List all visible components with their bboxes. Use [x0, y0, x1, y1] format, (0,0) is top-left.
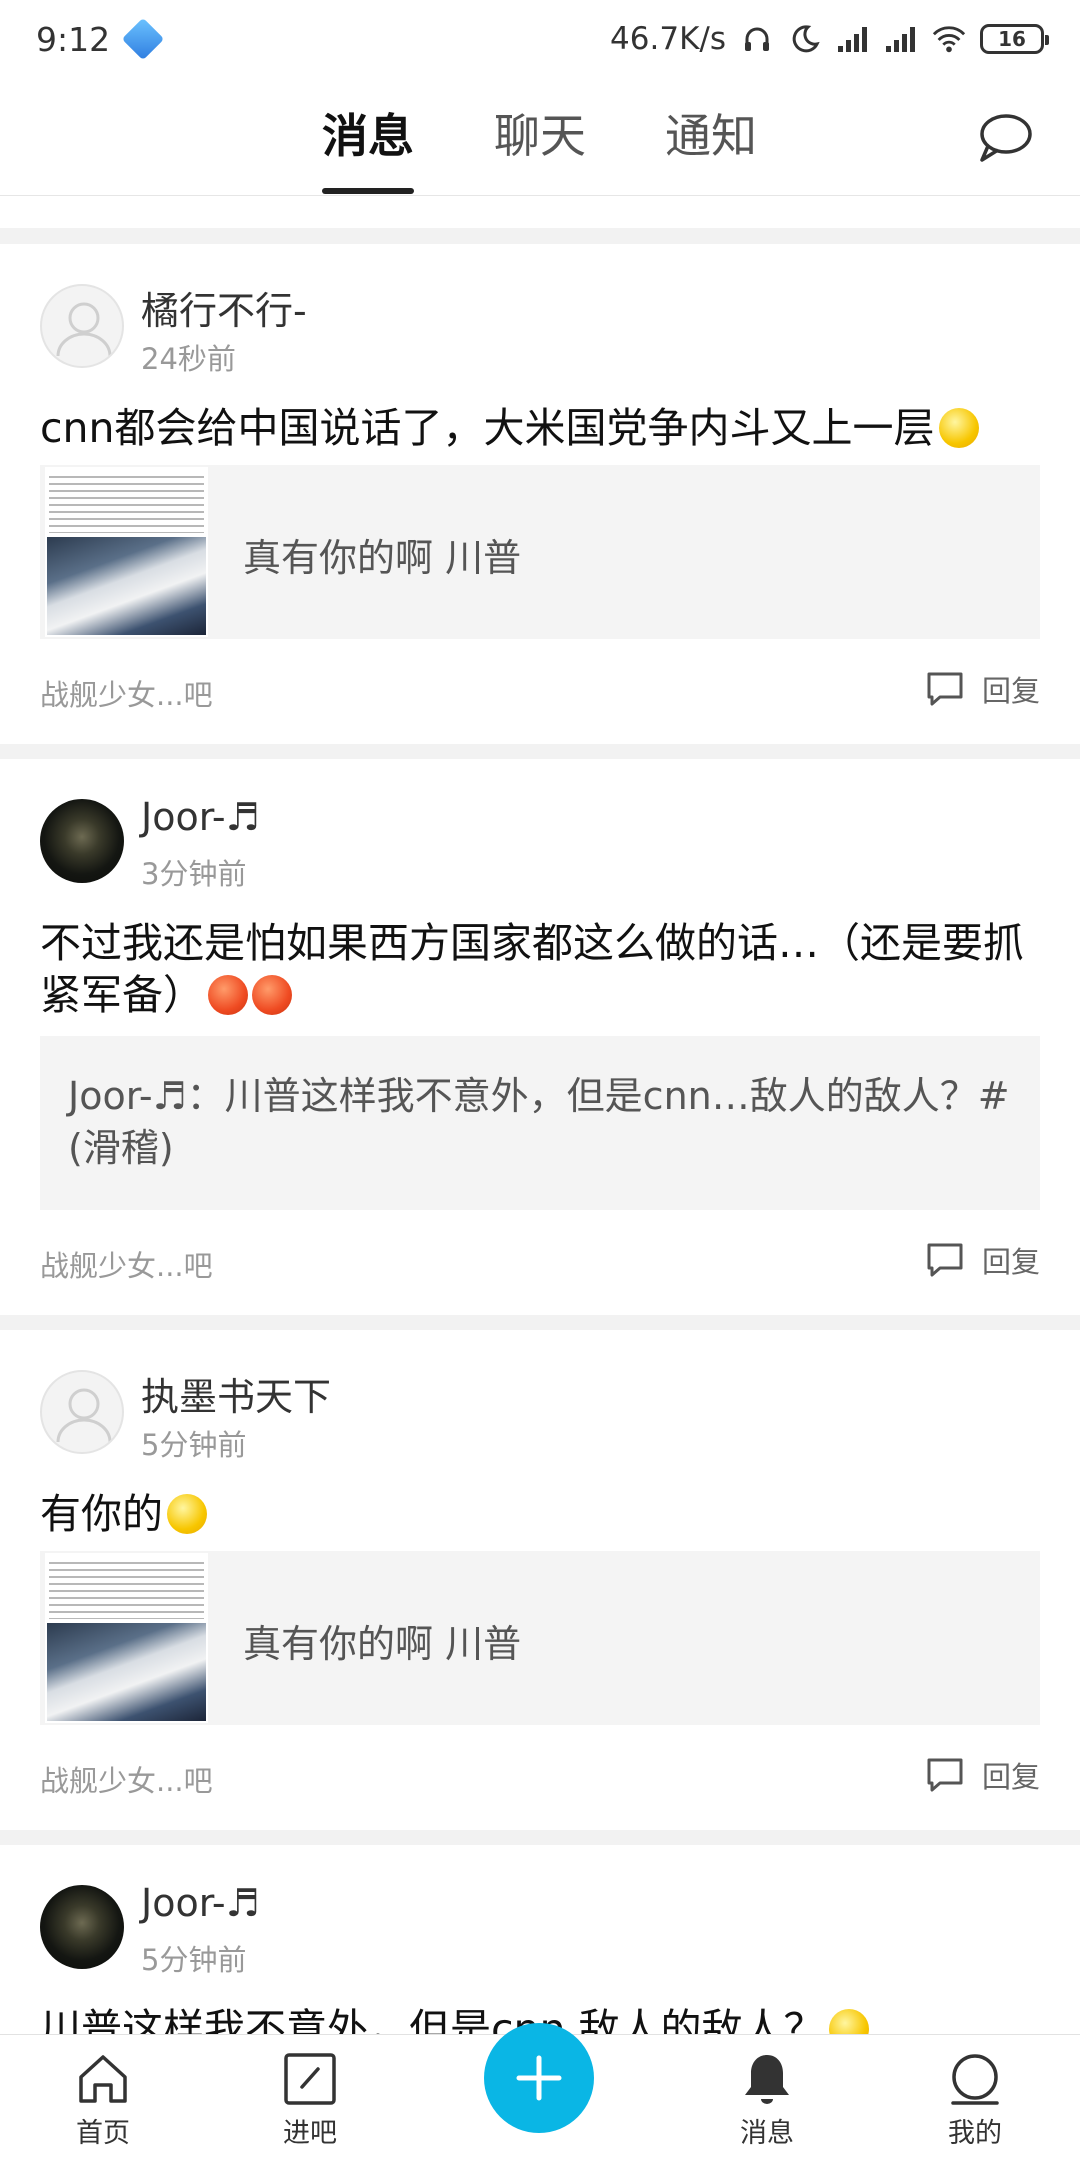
- moon-icon: [788, 22, 822, 56]
- thumbnail-image: [45, 1553, 208, 1723]
- wifi-icon: [932, 22, 966, 56]
- tab-notifications[interactable]: 通知: [665, 100, 757, 166]
- avatar[interactable]: [40, 799, 124, 883]
- reply-label: 回复: [981, 674, 1040, 708]
- active-tab-indicator: [322, 188, 414, 194]
- home-icon: [79, 2055, 127, 2103]
- reply-label: 回复: [981, 1245, 1040, 1279]
- bell-icon: [745, 2055, 789, 2104]
- avatar[interactable]: [40, 1885, 124, 1969]
- status-time: 9:12: [36, 19, 111, 59]
- feed-card[interactable]: 橘行不行- 24秒前 cnn都会给中国说话了，大米国党争内斗又上一层 真有你的啊…: [0, 244, 1080, 744]
- nav-label: 进吧: [283, 2118, 337, 2149]
- post-content[interactable]: 不过我还是怕如果西方国家都这么做的话…（还是要抓紧军备）: [40, 917, 1040, 1021]
- comment-icon: [927, 672, 963, 706]
- app-notification-icon: [121, 17, 165, 61]
- post-time: 5分钟前: [141, 1428, 247, 1462]
- section-divider: [0, 744, 1080, 759]
- post-text: 川普这样我不意外，但是cnn 敌人的敌人？: [40, 2005, 825, 2034]
- reply-button[interactable]: 回复: [926, 1754, 1040, 1796]
- thumbnail-image: [45, 467, 208, 637]
- post-text: cnn都会给中国说话了，大米国党争内斗又上一层: [40, 404, 935, 452]
- plus-button[interactable]: [484, 2023, 594, 2133]
- username[interactable]: 橘行不行-: [141, 280, 307, 335]
- signal-icon: [884, 22, 918, 56]
- post-time: 3分钟前: [141, 857, 247, 891]
- forum-name[interactable]: 战舰少女...吧: [40, 672, 213, 714]
- tab-messages[interactable]: 消息: [322, 100, 414, 166]
- smile-emoji-icon: [828, 2009, 869, 2034]
- nav-label: 首页: [76, 2118, 130, 2149]
- network-speed: 46.7K/s: [610, 21, 726, 57]
- angry-emoji-icon: [252, 975, 292, 1015]
- nav-label: 我的: [948, 2118, 1002, 2149]
- reply-label: 回复: [981, 1760, 1040, 1794]
- post-content[interactable]: 有你的: [40, 1488, 1040, 1540]
- quoted-post[interactable]: 真有你的啊 川普: [40, 465, 1040, 639]
- forum-name[interactable]: 战舰少女...吧: [40, 1758, 213, 1800]
- username[interactable]: Joor-♬: [141, 1881, 260, 1925]
- quoted-text: 真有你的啊 川普: [243, 536, 522, 580]
- avatar[interactable]: [40, 284, 124, 368]
- feed-card[interactable]: 执墨书天下 5分钟前 有你的 真有你的啊 川普 战舰少女...吧 回复: [0, 1330, 1080, 1830]
- feed-card[interactable]: Joor-♬ 5分钟前 川普这样我不意外，但是cnn 敌人的敌人？: [0, 1845, 1080, 2034]
- section-divider: [0, 228, 1080, 244]
- nav-enter-forum[interactable]: 进吧: [250, 2035, 370, 2160]
- reply-button[interactable]: 回复: [926, 1239, 1040, 1281]
- section-divider: [0, 1830, 1080, 1845]
- nav-home[interactable]: 首页: [43, 2035, 163, 2160]
- avatar[interactable]: [40, 1370, 124, 1454]
- headphones-icon: [740, 22, 774, 56]
- plus-icon: [516, 2055, 562, 2101]
- quoted-text: Joor-♬：川普这样我不意外，但是cnn…敌人的敌人？#(滑稽): [68, 1074, 1010, 1170]
- post-time: 24秒前: [141, 342, 236, 376]
- smile-emoji-icon: [938, 408, 979, 448]
- smile-emoji-icon: [167, 1494, 207, 1534]
- post-time: 5分钟前: [141, 1943, 247, 1977]
- angry-emoji-icon: [208, 975, 248, 1015]
- signal-hd-icon: [836, 22, 870, 56]
- username[interactable]: Joor-♬: [141, 795, 260, 839]
- feed-card[interactable]: Joor-♬ 3分钟前 不过我还是怕如果西方国家都这么做的话…（还是要抓紧军备）…: [0, 759, 1080, 1315]
- enter-forum-icon: [284, 2053, 336, 2105]
- top-tab-bar: 消息 聊天 通知: [0, 78, 1080, 196]
- nav-label: 消息: [740, 2118, 794, 2149]
- tab-chat[interactable]: 聊天: [494, 100, 586, 166]
- username[interactable]: 执墨书天下: [141, 1366, 331, 1421]
- comment-icon: [927, 1758, 963, 1792]
- status-bar: 9:12 46.7K/s 16: [0, 0, 1080, 78]
- profile-icon: [951, 2054, 999, 2105]
- nav-messages[interactable]: 消息: [707, 2035, 827, 2160]
- post-text: 有你的: [40, 1490, 163, 1538]
- quoted-post[interactable]: Joor-♬：川普这样我不意外，但是cnn…敌人的敌人？#(滑稽): [40, 1036, 1040, 1210]
- post-text: 不过我还是怕如果西方国家都这么做的话…（还是要抓紧军备）: [40, 919, 1024, 1019]
- battery-icon: 16: [980, 24, 1049, 54]
- quoted-post[interactable]: 真有你的啊 川普: [40, 1551, 1040, 1725]
- reply-button[interactable]: 回复: [926, 668, 1040, 710]
- comment-icon: [927, 1243, 963, 1277]
- nav-profile[interactable]: 我的: [915, 2035, 1035, 2160]
- chat-bubble-icon[interactable]: [974, 110, 1034, 166]
- forum-name[interactable]: 战舰少女...吧: [40, 1243, 213, 1285]
- post-content[interactable]: cnn都会给中国说话了，大米国党争内斗又上一层: [40, 402, 1040, 454]
- bottom-nav: 首页 进吧 消息 我的: [0, 2023, 1080, 2160]
- quoted-text: 真有你的啊 川普: [243, 1622, 522, 1666]
- section-divider: [0, 1315, 1080, 1330]
- status-right: 46.7K/s 16: [610, 21, 1049, 57]
